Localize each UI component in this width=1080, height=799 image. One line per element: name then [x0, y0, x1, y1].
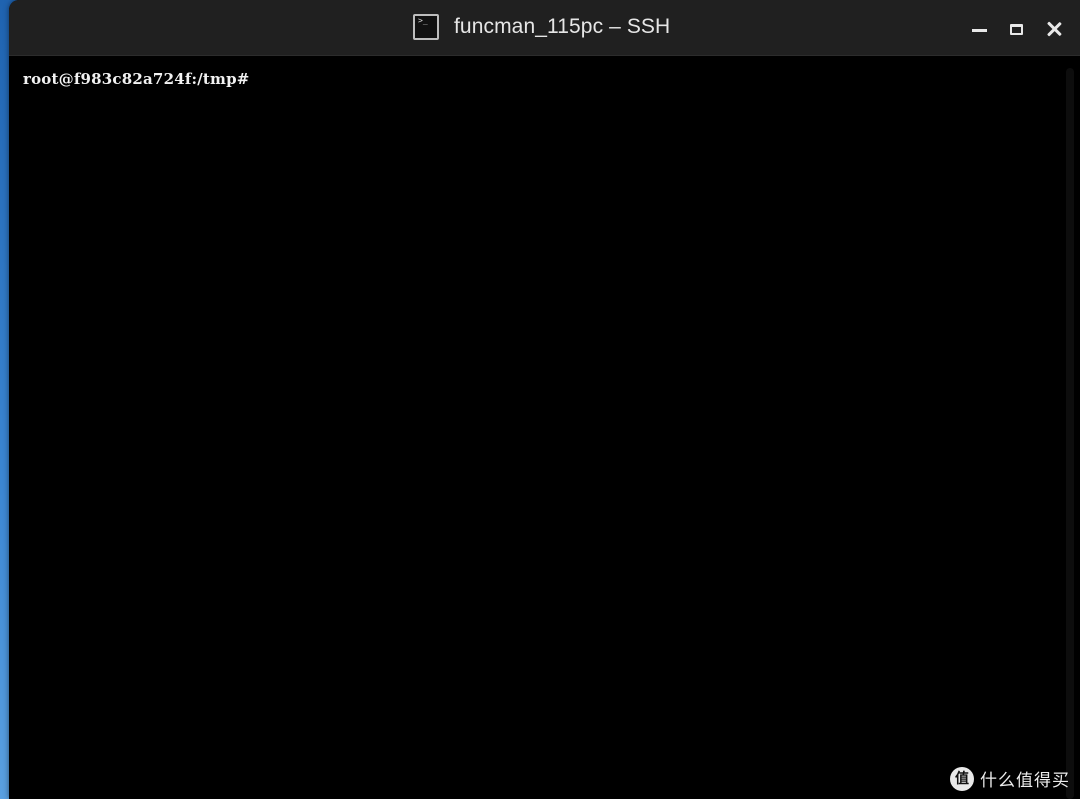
watermark-text: 什么值得买	[980, 771, 1070, 791]
terminal-output-area[interactable]: root@f983c82a724f:/tmp# 值 什么值得买	[9, 56, 1080, 799]
close-icon	[1046, 21, 1062, 37]
terminal-scrollbar[interactable]	[1066, 68, 1074, 799]
window-title-group: >_ funcman_115pc – SSH	[413, 12, 670, 42]
maximize-icon	[1010, 23, 1023, 35]
shell-prompt: root@f983c82a724f:/tmp#	[23, 70, 250, 88]
terminal-prompt-glyph: >_	[418, 16, 428, 25]
minimize-button[interactable]	[961, 12, 998, 46]
ssh-terminal-window: >_ funcman_115pc – SSH root@f983c82a724f…	[9, 0, 1080, 799]
window-titlebar[interactable]: >_ funcman_115pc – SSH	[9, 0, 1080, 56]
watermark: 值 什么值得买	[950, 766, 1070, 791]
watermark-logo-icon: 值	[950, 766, 974, 791]
window-controls	[961, 12, 1072, 46]
maximize-button[interactable]	[998, 12, 1035, 46]
close-button[interactable]	[1035, 12, 1072, 46]
window-title: funcman_115pc – SSH	[454, 15, 671, 38]
terminal-icon: >_	[413, 14, 439, 40]
desktop: >_ funcman_115pc – SSH root@f983c82a724f…	[0, 0, 1080, 799]
minimize-icon	[972, 29, 987, 32]
